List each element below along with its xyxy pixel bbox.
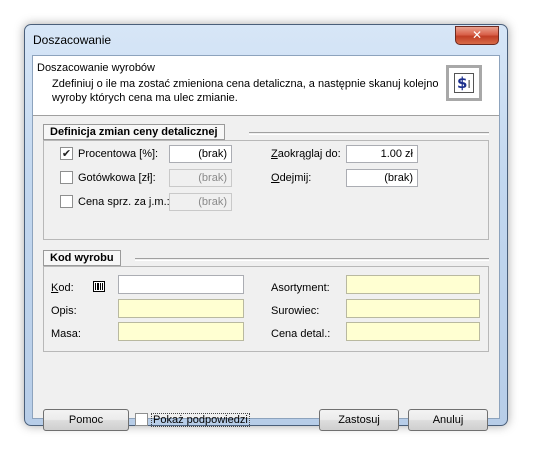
gotowkowa-input: (brak) <box>169 169 232 187</box>
header-icon-frame: $I <box>446 65 482 101</box>
odejmij-input[interactable]: (brak) <box>346 169 418 187</box>
asortyment-field <box>346 275 480 294</box>
product-section-divider <box>135 258 489 261</box>
odejmij-label: Odejmij: <box>271 172 312 184</box>
surowiec-field <box>346 299 480 318</box>
procentowa-input[interactable]: (brak) <box>169 145 232 163</box>
zaokraglaj-label: Zaokrąglaj do: <box>271 148 341 160</box>
masa-field <box>118 322 244 341</box>
asortyment-label: Asortyment: <box>271 282 330 294</box>
product-section-title: Kod wyrobu <box>43 250 121 266</box>
barcode-icon[interactable] <box>93 281 105 292</box>
masa-label: Masa: <box>51 328 81 340</box>
gotowkowa-checkbox[interactable] <box>60 171 73 184</box>
show-hints-label: Pokaż podpowiedzi <box>151 413 250 427</box>
procentowa-label: Procentowa [%]: <box>78 148 159 160</box>
cancel-button[interactable]: Anuluj <box>408 409 488 431</box>
price-section-divider <box>249 132 489 135</box>
opis-label: Opis: <box>51 305 77 317</box>
kod-label: Kod: <box>51 282 74 294</box>
surowiec-label: Surowiec: <box>271 305 320 317</box>
procentowa-checkbox[interactable]: ✔ <box>60 147 73 160</box>
apply-button[interactable]: Zastosuj <box>319 409 399 431</box>
dialog-window: Doszacowanie ✕ Doszacowanie wyrobów Zdef… <box>24 24 508 431</box>
title-bar[interactable]: Doszacowanie ✕ <box>25 25 507 55</box>
dialog-client-area: Doszacowanie wyrobów Zdefiniuj o ile ma … <box>32 55 500 431</box>
cena-detal-field <box>346 322 480 341</box>
close-button[interactable]: ✕ <box>455 26 499 45</box>
gotowkowa-label: Gotówkowa [zł]: <box>78 172 156 184</box>
price-tag-icon: $I <box>454 73 474 93</box>
cena-detal-label: Cena detal.: <box>271 328 331 340</box>
price-section-title: Definicja zmian ceny detalicznej <box>43 124 225 140</box>
kod-input[interactable] <box>118 275 244 294</box>
close-icon: ✕ <box>471 28 483 42</box>
help-button[interactable]: Pomoc <box>43 409 129 431</box>
opis-field <box>118 299 244 318</box>
header-panel: Doszacowanie wyrobów Zdefiniuj o ile ma … <box>33 56 499 116</box>
header-description: Zdefiniuj o ile ma zostać zmieniona cena… <box>52 78 439 104</box>
window-title: Doszacowanie <box>33 33 112 47</box>
show-hints-checkbox[interactable] <box>135 413 148 426</box>
header-title: Doszacowanie wyrobów <box>37 62 155 74</box>
zaokraglaj-input[interactable]: 1.00 zł <box>346 145 418 163</box>
cena-sprz-label: Cena sprz. za j.m.: <box>78 196 170 208</box>
show-hints-toggle[interactable]: Pokaż podpowiedzi <box>131 409 253 431</box>
cena-sprz-checkbox[interactable] <box>60 195 73 208</box>
cena-sprz-input: (brak) <box>169 193 232 211</box>
